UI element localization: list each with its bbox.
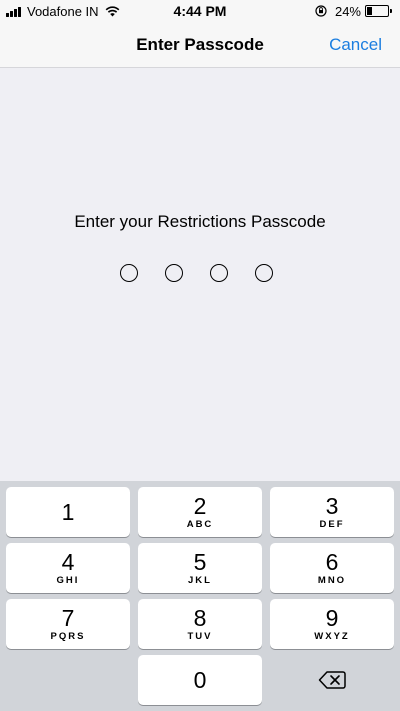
- key-letters: PQRS: [50, 631, 86, 642]
- key-digit: 9: [325, 605, 339, 631]
- key-2[interactable]: 2 ABC: [138, 487, 262, 537]
- key-4[interactable]: 4 GHI: [6, 543, 130, 593]
- key-letters: GHI: [56, 575, 80, 586]
- passcode-dot: [165, 264, 183, 282]
- key-8[interactable]: 8 TUV: [138, 599, 262, 649]
- battery-percent: 24%: [334, 3, 361, 19]
- cancel-button[interactable]: Cancel: [329, 35, 382, 55]
- key-3[interactable]: 3 DEF: [270, 487, 394, 537]
- passcode-dot: [255, 264, 273, 282]
- passcode-content: Enter your Restrictions Passcode: [0, 68, 400, 481]
- battery-tip: [390, 9, 392, 13]
- key-5[interactable]: 5 JKL: [138, 543, 262, 593]
- delete-button[interactable]: [270, 655, 394, 705]
- key-7[interactable]: 7 PQRS: [6, 599, 130, 649]
- key-digit: 5: [193, 549, 207, 575]
- key-0[interactable]: 0: [138, 655, 262, 705]
- passcode-dot: [120, 264, 138, 282]
- key-6[interactable]: 6 MNO: [270, 543, 394, 593]
- key-letters: DEF: [319, 519, 345, 530]
- key-digit: 0: [193, 667, 207, 693]
- key-digit: 4: [61, 549, 75, 575]
- delete-backspace-icon: [318, 671, 346, 689]
- key-digit: 2: [193, 493, 207, 519]
- key-digit: 7: [61, 605, 75, 631]
- numeric-keypad: 1 2 ABC 3 DEF 4 GHI 5 JKL 6 MNO 7 PQRS 8…: [0, 481, 400, 711]
- key-letters: JKL: [188, 575, 212, 586]
- navigation-bar: Enter Passcode Cancel: [0, 22, 400, 68]
- key-1[interactable]: 1: [6, 487, 130, 537]
- battery-icon: [365, 5, 389, 17]
- key-letters: ABC: [186, 519, 214, 530]
- key-digit: 8: [193, 605, 207, 631]
- key-digit: 3: [325, 493, 339, 519]
- key-letters: WXYZ: [314, 631, 350, 642]
- key-letters: MNO: [317, 575, 347, 586]
- orientation-lock-icon: [315, 5, 327, 17]
- passcode-dots: [120, 264, 273, 282]
- status-bar: Vodafone IN 4:44 PM 24%: [0, 0, 400, 22]
- key-digit: 6: [325, 549, 339, 575]
- passcode-prompt: Enter your Restrictions Passcode: [74, 212, 326, 231]
- status-right: 24%: [315, 3, 392, 19]
- key-9[interactable]: 9 WXYZ: [270, 599, 394, 649]
- key-digit: 1: [61, 499, 75, 525]
- battery-level-fill: [367, 7, 372, 15]
- key-letters: TUV: [187, 631, 213, 642]
- passcode-dot: [210, 264, 228, 282]
- passcode-screen: Vodafone IN 4:44 PM 24% Enter Passcode C…: [0, 0, 400, 711]
